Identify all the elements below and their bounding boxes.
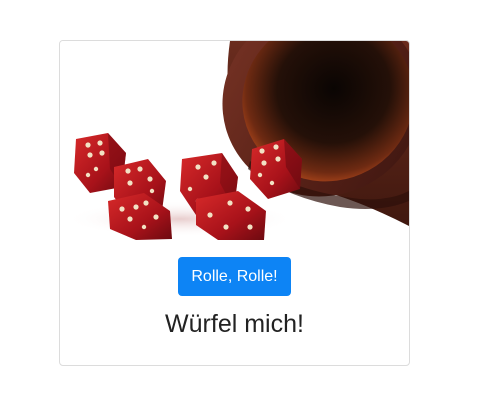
dice-card: Rolle, Rolle! Würfel mich! <box>59 40 410 366</box>
dice-image <box>60 41 409 240</box>
result-text: Würfel mich! <box>165 310 304 338</box>
roll-button[interactable]: Rolle, Rolle! <box>178 257 291 296</box>
